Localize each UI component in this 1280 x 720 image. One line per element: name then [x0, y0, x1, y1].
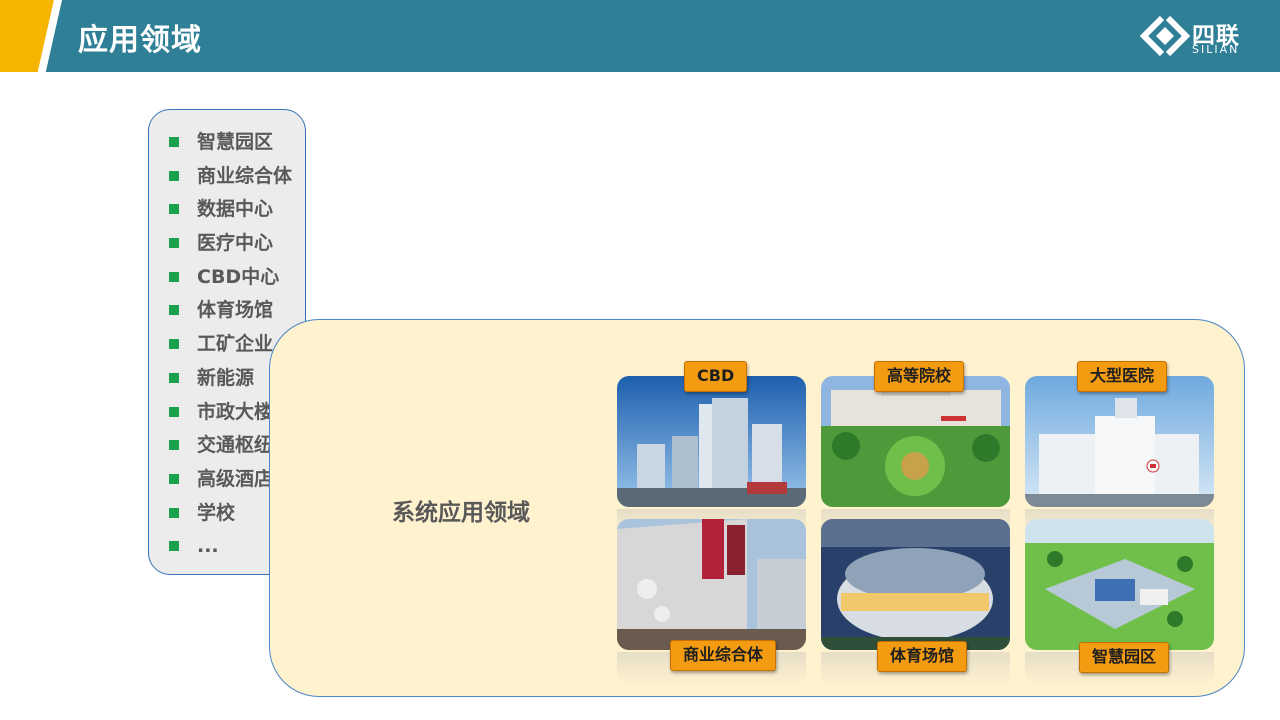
- list-item: 数据中心: [167, 195, 292, 229]
- stadium-image: [821, 519, 1010, 650]
- bullet-square-icon: [169, 541, 179, 552]
- logo-name-en: SILIAN: [1192, 43, 1240, 56]
- list-item: 医疗中心: [167, 229, 292, 263]
- bullet-square-icon: [169, 440, 179, 451]
- bullet-square-icon: [169, 271, 179, 282]
- smart-park-image: [1025, 519, 1214, 650]
- list-item: 商业综合体: [167, 162, 292, 196]
- tile-label-university: 高等院校: [874, 361, 965, 392]
- bullet-square-icon: [169, 339, 179, 350]
- list-item: 体育场馆: [167, 296, 292, 330]
- university-image: [821, 376, 1010, 507]
- bullet-square-icon: [169, 238, 179, 249]
- tile-label-commercial: 商业综合体: [670, 640, 777, 671]
- tile-label-smart-park: 智慧园区: [1079, 642, 1170, 673]
- section-label: 系统应用领域: [392, 500, 530, 526]
- tile-label-stadium: 体育场馆: [877, 641, 968, 672]
- tile-label-hospital: 大型医院: [1077, 361, 1168, 392]
- bullet-square-icon: [169, 170, 179, 181]
- hospital-image: [1025, 376, 1214, 507]
- company-logo: 四联 SILIAN: [1139, 14, 1260, 58]
- page-title: 应用领域: [78, 23, 202, 58]
- bullet-square-icon: [169, 473, 179, 484]
- list-item: CBD中心: [167, 263, 292, 297]
- bullet-square-icon: [169, 372, 179, 383]
- logo-mark-icon: [1139, 15, 1191, 57]
- tile-label-cbd: CBD: [684, 361, 748, 392]
- bullet-square-icon: [169, 507, 179, 518]
- cbd-image: [617, 376, 806, 507]
- bullet-square-icon: [169, 406, 179, 417]
- bullet-square-icon: [169, 204, 179, 215]
- bullet-square-icon: [169, 137, 179, 147]
- commercial-complex-image: [617, 519, 806, 650]
- bullet-square-icon: [169, 305, 179, 316]
- list-item: 智慧园区: [167, 128, 292, 162]
